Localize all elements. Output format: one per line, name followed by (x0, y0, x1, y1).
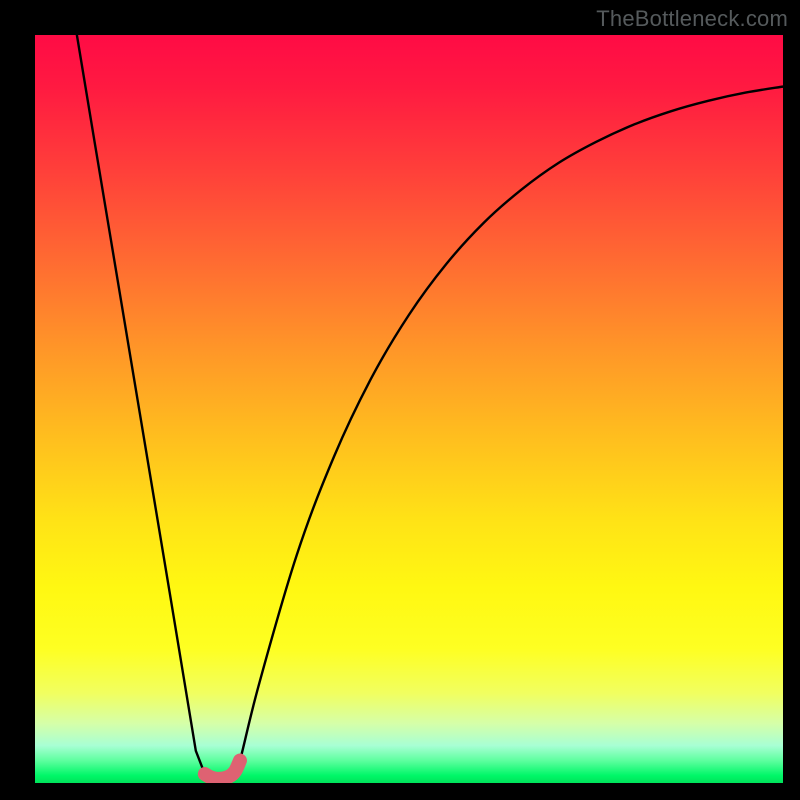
chart-frame: TheBottleneck.com (0, 0, 800, 800)
valley-marker (205, 761, 240, 779)
curve-layer (35, 35, 783, 783)
watermark-text: TheBottleneck.com (596, 6, 788, 32)
bottleneck-curve-left (77, 35, 210, 777)
bottleneck-curve-right (235, 87, 783, 772)
plot-area (35, 35, 783, 783)
